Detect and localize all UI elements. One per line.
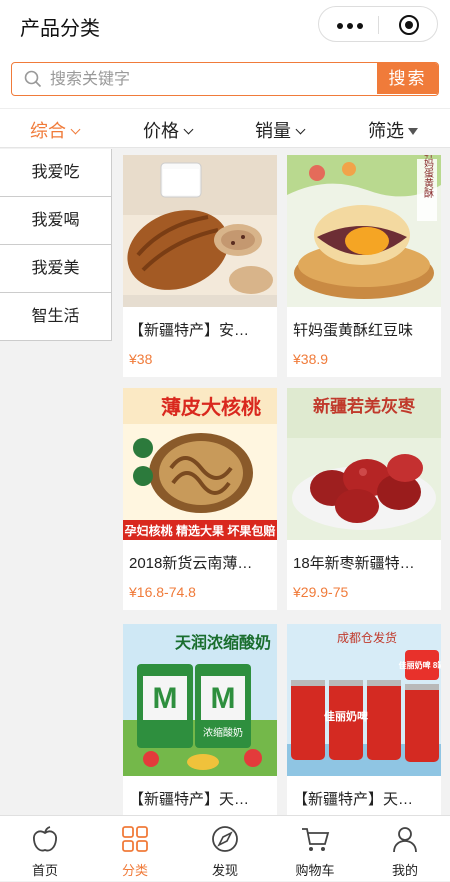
filter-sales[interactable]: 销量 [255, 117, 306, 143]
apple-icon [33, 826, 57, 852]
sidebar-item-drink[interactable]: 我爱喝 [0, 197, 112, 245]
product-image: 薄皮大核桃 孕妇核桃 精选大果 坏果包赔 [123, 388, 277, 540]
product-card[interactable]: 【新疆特产】安… ¥38 [123, 155, 277, 377]
tab-cart[interactable]: 购物车 [270, 816, 360, 882]
image-text: 轩妈蛋黄酥 [422, 155, 434, 199]
product-card[interactable]: 成都仓发货 佳丽奶啤 8罐 佳丽奶啤 【新疆特产】天… [287, 624, 441, 846]
product-card[interactable]: 天润浓缩酸奶 M M 浓缩酸奶 【新疆特产】天… [123, 624, 277, 846]
tab-label: 发现 [211, 863, 238, 878]
tab-category[interactable]: 分类 [90, 816, 180, 882]
search-button[interactable]: 搜索 [377, 63, 438, 94]
image-letter: M [211, 682, 236, 715]
tab-label: 购物车 [295, 863, 335, 878]
filter-label: 价格 [143, 121, 179, 141]
app-header: 产品分类 [0, 0, 450, 50]
product-image: 轩妈蛋黄酥 [287, 155, 441, 307]
product-name: 【新疆特产】天… [293, 791, 414, 808]
image-text: 孕妇核桃 精选大果 坏果包赔 [125, 523, 276, 538]
product-name: 轩妈蛋黄酥红豆味 [293, 322, 414, 339]
product-price: ¥29.9-75 [293, 584, 349, 600]
image-text: 新疆若羌灰枣 [313, 396, 416, 416]
chevron-down-icon [183, 124, 194, 135]
sidebar-item-life[interactable]: 智生活 [0, 293, 112, 341]
page-title: 产品分类 [20, 18, 100, 40]
tab-discover[interactable]: 发现 [180, 816, 270, 882]
image-text: 浓缩酸奶 [203, 726, 243, 739]
product-price: ¥16.8-74.8 [129, 584, 196, 600]
image-text: 薄皮大核桃 [161, 395, 261, 419]
product-image: 成都仓发货 佳丽奶啤 8罐 佳丽奶啤 [287, 624, 441, 776]
tab-label: 我的 [391, 863, 418, 878]
filter-comprehensive[interactable]: 综合 [30, 117, 81, 143]
more-icon[interactable] [337, 23, 363, 29]
sidebar-item-eat[interactable]: 我爱吃 [0, 149, 112, 197]
category-sidebar: 我爱吃 我爱喝 我爱美 智生活 [0, 149, 112, 341]
search-box: 搜索 [11, 62, 439, 96]
filter-label: 销量 [255, 121, 291, 141]
product-card[interactable]: 轩妈蛋黄酥 轩妈蛋黄酥红豆味 ¥38.9 [287, 155, 441, 377]
search-icon [24, 70, 42, 88]
capsule-divider [378, 16, 379, 34]
product-price: ¥38 [129, 351, 153, 367]
mini-program-capsule [318, 6, 438, 42]
bottom-tab-bar: 首页 分类 发现 购物车 我的 [0, 815, 450, 881]
product-card[interactable]: 薄皮大核桃 孕妇核桃 精选大果 坏果包赔 2018新货云南薄… ¥16.8-74… [123, 388, 277, 610]
cart-icon [302, 828, 330, 851]
tab-label: 首页 [31, 863, 58, 878]
product-name: 【新疆特产】天… [129, 791, 250, 808]
image-text: 天润浓缩酸奶 [175, 633, 271, 652]
product-name: 18年新枣新疆特… [293, 555, 415, 572]
image-text: 成都仓发货 [337, 630, 397, 645]
compass-icon [212, 826, 238, 852]
filter-label: 筛选 [368, 121, 404, 141]
product-name: 【新疆特产】安… [129, 322, 250, 339]
search-input[interactable] [48, 63, 372, 95]
tab-mine[interactable]: 我的 [360, 816, 450, 882]
image-letter: M [153, 682, 178, 715]
filter-screen[interactable]: 筛选 [368, 117, 418, 143]
filter-price[interactable]: 价格 [143, 117, 194, 143]
product-card[interactable]: 新疆若羌灰枣 18年新枣新疆特… ¥29.9-75 [287, 388, 441, 610]
product-image: 天润浓缩酸奶 M M 浓缩酸奶 [123, 624, 277, 776]
sidebar-item-beauty[interactable]: 我爱美 [0, 245, 112, 293]
search-bar: 搜索 [0, 50, 450, 108]
product-image [123, 155, 277, 307]
funnel-icon [408, 128, 418, 135]
chevron-down-icon [295, 124, 306, 135]
grid-icon [122, 826, 148, 852]
product-image: 新疆若羌灰枣 [287, 388, 441, 540]
image-text: 佳丽奶啤 8罐 [399, 660, 441, 670]
filter-label: 综合 [30, 121, 66, 141]
filter-bar: 综合 价格 销量 筛选 [0, 108, 450, 148]
chevron-down-icon [70, 124, 81, 135]
tab-home[interactable]: 首页 [0, 816, 90, 882]
product-name: 2018新货云南薄… [129, 555, 253, 572]
user-icon [393, 827, 417, 853]
product-price: ¥38.9 [293, 351, 329, 367]
close-target-icon[interactable] [399, 15, 419, 35]
image-text: 佳丽奶啤 [324, 709, 368, 723]
tab-label: 分类 [121, 863, 148, 878]
